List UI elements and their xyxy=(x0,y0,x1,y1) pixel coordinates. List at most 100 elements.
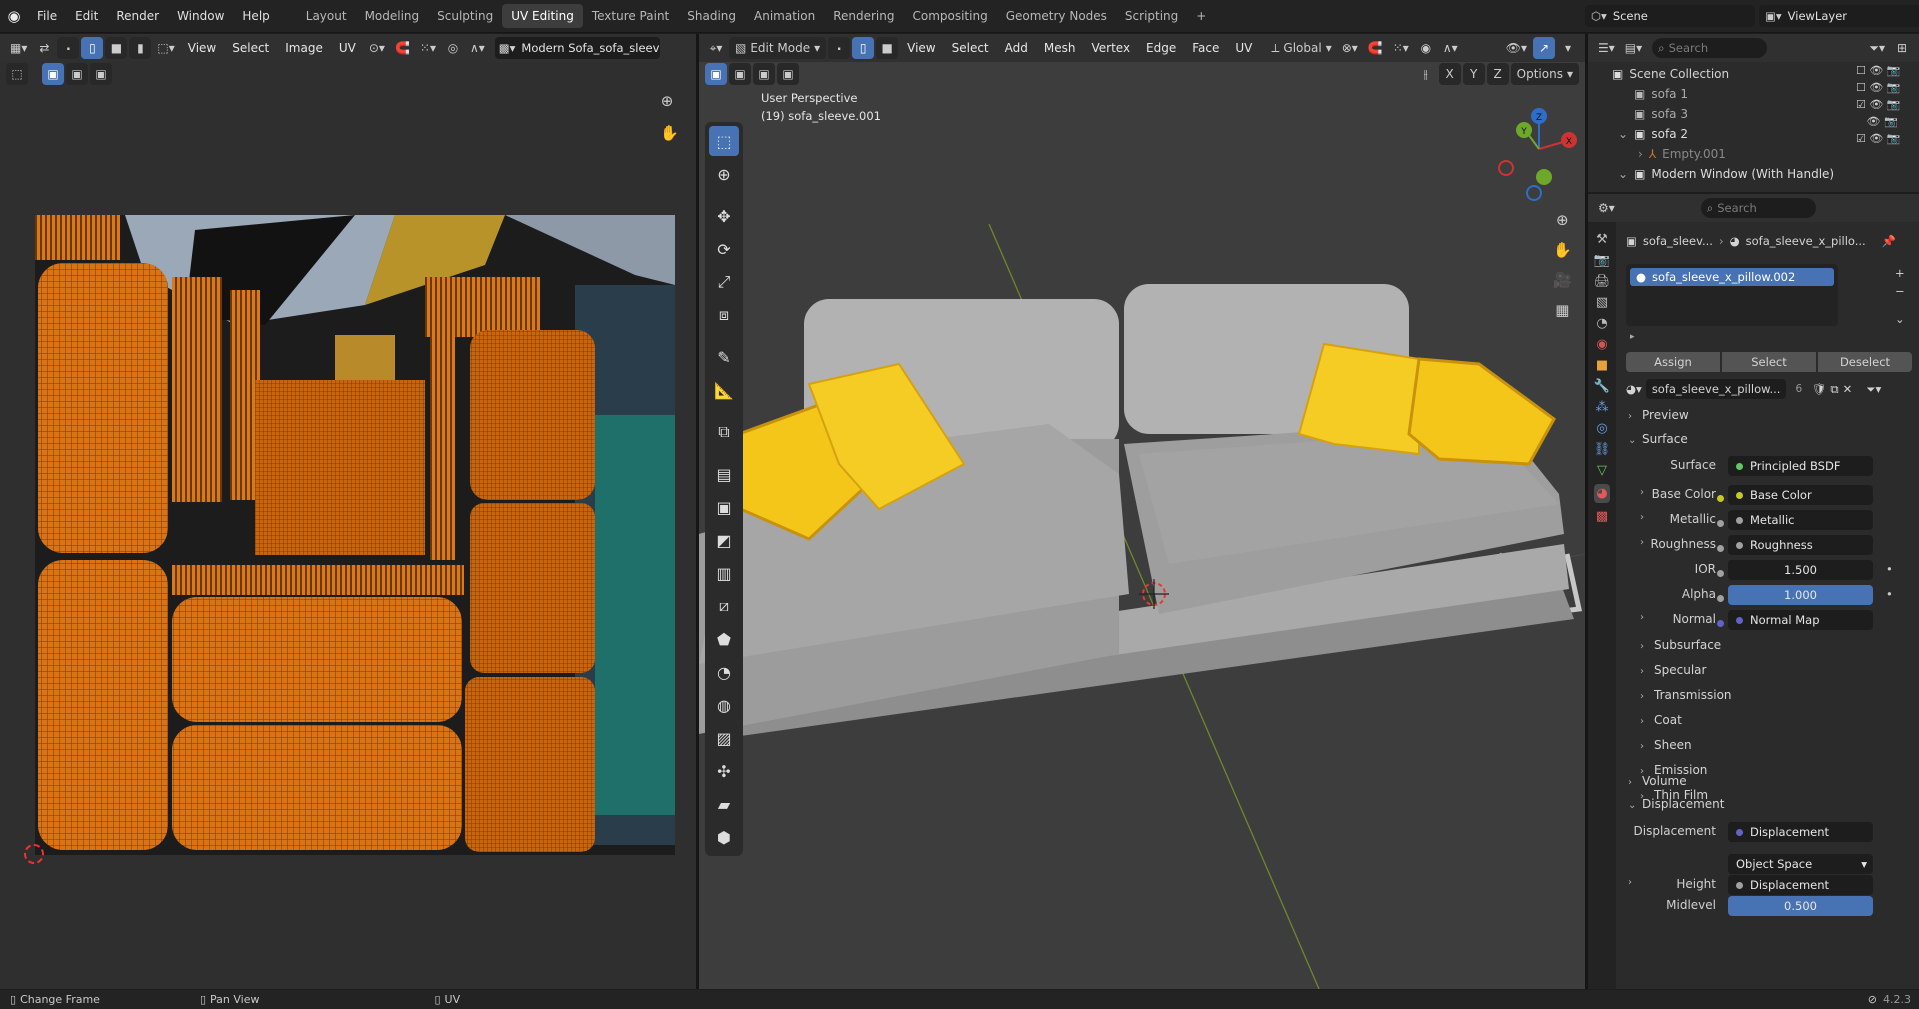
world-tab-icon[interactable]: ◉ xyxy=(1596,337,1607,352)
bevel-tool-icon[interactable]: ◩ xyxy=(709,525,739,555)
display-mode-icon[interactable]: ▤▾ xyxy=(1621,37,1646,59)
modifier-tab-icon[interactable]: 🔧 xyxy=(1594,379,1610,394)
uv-menu-uv[interactable]: UV xyxy=(332,41,363,55)
render-tab-icon[interactable]: 📷 xyxy=(1594,253,1610,268)
scale-tool-icon[interactable]: ⤢ xyxy=(709,267,739,297)
height-socket-field[interactable]: Displacement xyxy=(1728,875,1873,895)
assign-button[interactable]: Assign xyxy=(1626,352,1720,372)
active-tool-icon[interactable]: ⬚ xyxy=(6,63,28,85)
uv-texture-image[interactable] xyxy=(35,215,675,855)
input-field[interactable]: Roughness xyxy=(1728,535,1873,555)
inset-tool-icon[interactable]: ▣ xyxy=(709,492,739,522)
move-tool-icon[interactable]: ✥ xyxy=(709,201,739,231)
material-slot-item[interactable]: ● sofa_sleeve_x_pillow.002 xyxy=(1630,268,1834,286)
face-select-icon[interactable]: ■ xyxy=(105,37,128,59)
uv-menu-select[interactable]: Select xyxy=(225,41,276,55)
select-box-tool-icon[interactable]: ⬚ xyxy=(709,126,739,156)
menu-window[interactable]: Window xyxy=(168,4,233,28)
add-cube-tool-icon[interactable]: ⧉ xyxy=(709,417,739,447)
menu-file[interactable]: File xyxy=(28,4,66,28)
add-workspace-button[interactable]: + xyxy=(1187,4,1215,28)
slot-menu-icon[interactable]: ⌄ xyxy=(1895,312,1905,326)
input-field[interactable]: 1.500 xyxy=(1728,560,1873,580)
data-tab-icon[interactable]: ▽ xyxy=(1597,463,1607,478)
tab-layout[interactable]: Layout xyxy=(297,4,356,28)
uv-menu-view[interactable]: View xyxy=(181,41,223,55)
subpanel-header[interactable]: › Emission xyxy=(1640,763,1707,777)
tab-texture-paint[interactable]: Texture Paint xyxy=(583,4,678,28)
shear-tool-icon[interactable]: ▰ xyxy=(709,789,739,819)
select-button[interactable]: Select xyxy=(1722,352,1816,372)
blender-logo-icon[interactable]: ◉ xyxy=(0,7,28,25)
visibility-row-toggles[interactable]: ☑ 👁 📷 xyxy=(1856,98,1901,111)
subpanel-header[interactable]: › Coat xyxy=(1640,713,1682,727)
2d-cursor-icon[interactable] xyxy=(24,844,44,864)
filter-icon[interactable]: ⏷▾ xyxy=(1865,37,1889,59)
displacement-space-select[interactable]: Object Space ▾ xyxy=(1728,854,1873,874)
expand-icon[interactable]: ▸ xyxy=(1630,332,1635,342)
edge-select-icon[interactable]: ▯ xyxy=(81,37,104,59)
scene-tab-icon[interactable]: ◔ xyxy=(1596,316,1607,331)
material-filter-icon[interactable]: ⏷▾ xyxy=(1866,382,1881,397)
tab-shading[interactable]: Shading xyxy=(678,4,745,28)
outliner-item-empty[interactable]: › ⅄ Empty.001 xyxy=(1588,144,1919,164)
outliner-search[interactable]: ⌕ Search xyxy=(1652,38,1768,58)
editor-type-icon[interactable]: ▦▾ xyxy=(6,37,31,59)
add-slot-icon[interactable]: + xyxy=(1895,266,1905,280)
transform-tool-icon[interactable]: ⧈ xyxy=(709,300,739,330)
pivot-icon[interactable]: ⊙▾ xyxy=(365,37,389,59)
visibility-row-toggles[interactable]: ☐ 👁 📷 xyxy=(1856,81,1901,94)
camera-view-icon[interactable]: 🎥 xyxy=(1549,269,1576,291)
duplicate-icon[interactable]: ⧉ xyxy=(1830,382,1838,397)
select-new-icon[interactable]: ▣ xyxy=(42,63,64,85)
displacement-socket-field[interactable]: Displacement xyxy=(1728,822,1873,842)
edge-slide-tool-icon[interactable]: ▨ xyxy=(709,723,739,753)
subpanel-header[interactable]: › Subsurface xyxy=(1640,638,1721,652)
properties-search[interactable]: ⌕ Search xyxy=(1700,198,1816,218)
image-selector[interactable]: ▩▾ Modern Sofa_sofa_sleev xyxy=(494,37,660,59)
select-extend-icon[interactable]: ▣ xyxy=(66,63,88,85)
deselect-button[interactable]: Deselect xyxy=(1818,352,1912,372)
loop-cut-tool-icon[interactable]: ▥ xyxy=(709,558,739,588)
pan-hand-icon[interactable]: ✋ xyxy=(656,122,683,144)
physics-tab-icon[interactable]: ◎ xyxy=(1596,421,1607,436)
tool-tab-icon[interactable]: ⚒ xyxy=(1596,232,1608,247)
fake-user-icon[interactable]: 🛡 xyxy=(1812,382,1827,396)
subpanel-header[interactable]: › Thin Film xyxy=(1640,788,1708,802)
unlink-icon[interactable]: ✕ xyxy=(1843,382,1853,396)
menu-help[interactable]: Help xyxy=(233,4,278,28)
select-subtract-icon[interactable]: ▣ xyxy=(90,63,112,85)
subpanel-header[interactable]: › Sheen xyxy=(1640,738,1692,752)
menu-edit[interactable]: Edit xyxy=(66,4,107,28)
scene-selector[interactable]: ⬡▾ Scene xyxy=(1585,5,1755,27)
tab-compositing[interactable]: Compositing xyxy=(903,4,996,28)
zoom-icon[interactable]: ⊕ xyxy=(656,90,678,112)
material-browse-icon[interactable]: ◕▾ xyxy=(1626,382,1642,396)
ortho-toggle-icon[interactable]: ▦ xyxy=(1549,299,1576,321)
view-layer-selector[interactable]: ▣▾ ViewLayer xyxy=(1759,5,1919,27)
knife-tool-icon[interactable]: ⧄ xyxy=(709,591,739,621)
visibility-row-toggles[interactable]: ☐ 👁 📷 xyxy=(1856,64,1901,77)
output-tab-icon[interactable]: 🖨 xyxy=(1594,274,1611,289)
tab-uv-editing[interactable]: UV Editing xyxy=(502,4,583,28)
extrude-tool-icon[interactable]: ▤ xyxy=(709,459,739,489)
surface-shader-field[interactable]: Principled BSDF xyxy=(1728,456,1873,476)
tab-modeling[interactable]: Modeling xyxy=(356,4,429,28)
shrink-fatten-tool-icon[interactable]: ✣ xyxy=(709,756,739,786)
tab-sculpting[interactable]: Sculpting xyxy=(428,4,502,28)
material-tab-icon[interactable]: ◕ xyxy=(1594,484,1610,503)
visibility-row-toggles[interactable]: 👁 📷 xyxy=(1856,115,1901,128)
proportional-icon[interactable]: ◎ xyxy=(442,37,464,59)
object-tab-icon[interactable]: ■ xyxy=(1596,358,1608,373)
uv-sync-icon[interactable]: ⇄ xyxy=(33,37,55,59)
vertex-select-icon[interactable]: ⬝ xyxy=(57,37,80,59)
constraints-tab-icon[interactable]: ⛓ xyxy=(1594,442,1611,457)
input-field[interactable]: Metallic xyxy=(1728,510,1873,530)
measure-tool-icon[interactable]: 📐 xyxy=(709,375,739,405)
uv-menu-image[interactable]: Image xyxy=(278,41,330,55)
keyframe-dot-icon[interactable]: • xyxy=(1886,587,1893,601)
smooth-tool-icon[interactable]: ◍ xyxy=(709,690,739,720)
zoom-view-icon[interactable]: ⊕ xyxy=(1549,209,1576,231)
remove-slot-icon[interactable]: − xyxy=(1895,284,1905,298)
cursor-tool-icon[interactable]: ⊕ xyxy=(709,159,739,189)
